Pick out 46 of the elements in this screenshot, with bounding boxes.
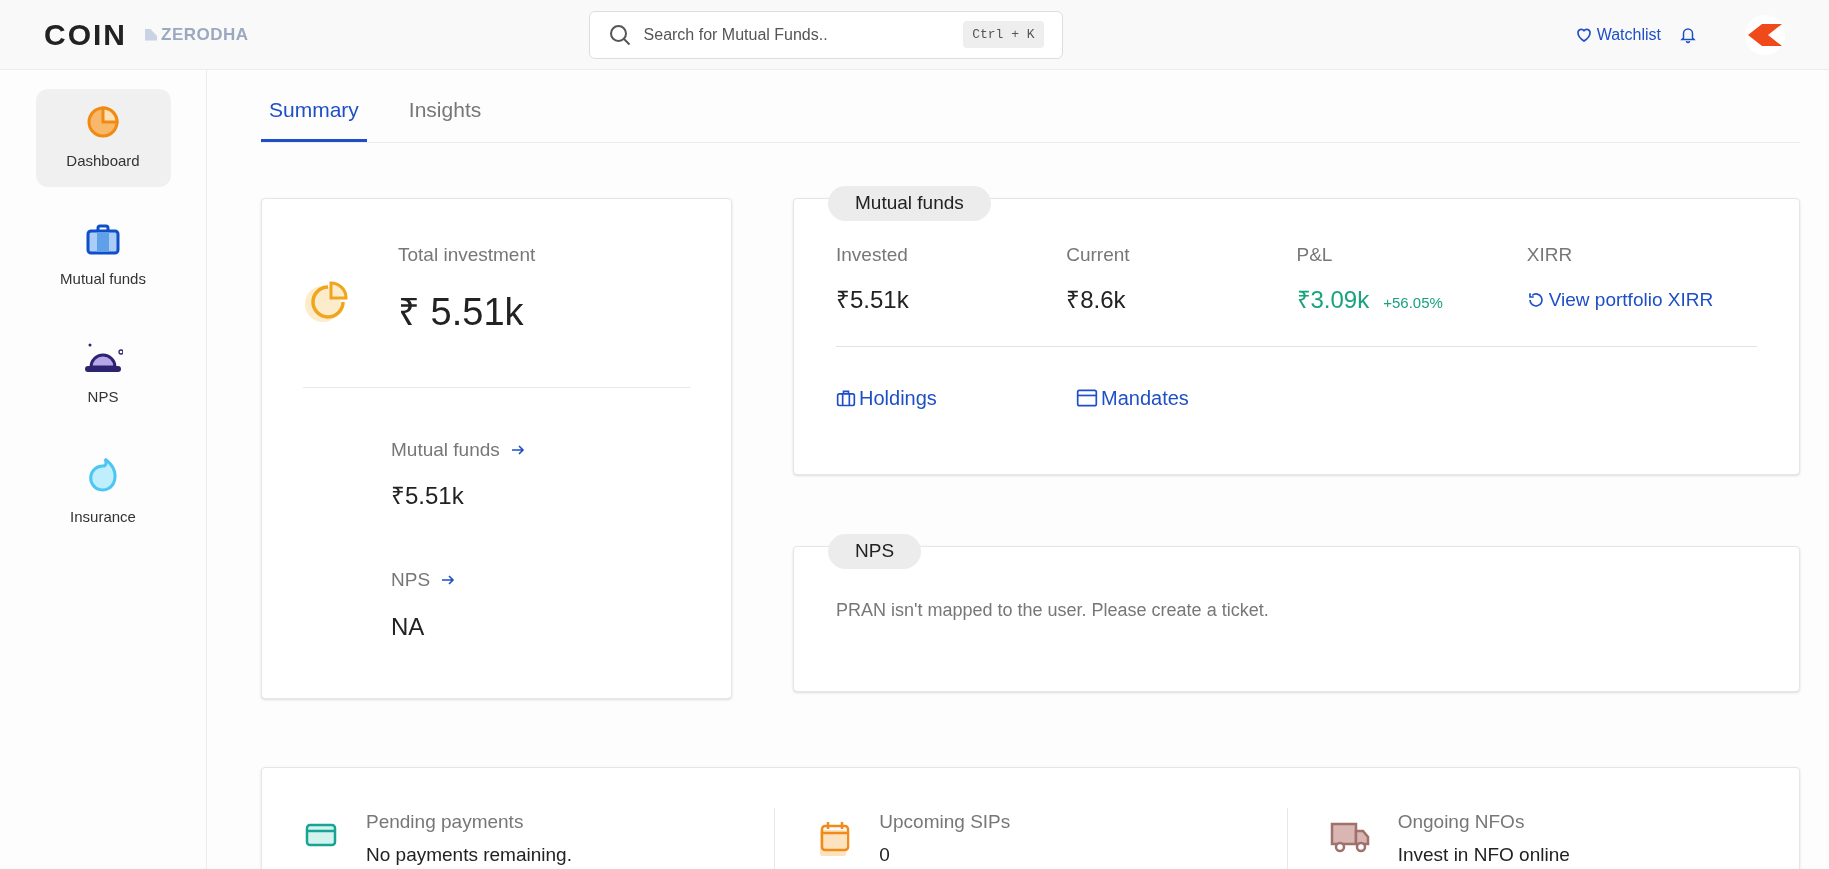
notifications-button[interactable] <box>1679 25 1697 44</box>
stat-value: ₹8.6k <box>1066 284 1126 315</box>
card-value: ₹ 5.51k <box>398 289 525 335</box>
stat-label: XIRR <box>1526 243 1574 267</box>
overview-label: Ongoing NFOs <box>1397 810 1526 834</box>
card-title: NPS <box>828 534 922 569</box>
coin-logo[interactable]: COIN <box>44 19 127 50</box>
info-message: PRAN isn't mapped to the user. Please create a ticket. <box>836 599 1270 622</box>
section-value: ₹5.51k <box>391 481 465 511</box>
sidebar-item[interactable]: Dashboard <box>35 89 171 187</box>
card-link[interactable]: Mandates <box>1076 382 1316 413</box>
card-link[interactable]: Holdings <box>836 382 1076 413</box>
brand-icon <box>145 28 157 41</box>
section-link[interactable]: NPS <box>391 566 690 595</box>
brand-name: ZERODHA <box>161 23 249 46</box>
truck-icon <box>1329 820 1370 854</box>
stat-label: Invested <box>836 243 909 267</box>
xirr-link[interactable]: View portfolio XIRR <box>1526 285 1714 314</box>
watchlist-link[interactable]: Watchlist <box>1574 22 1661 47</box>
sidebar-item[interactable]: Mutual funds <box>35 207 171 305</box>
section-value: NA <box>391 611 426 642</box>
overview-label: Pending payments <box>366 810 525 834</box>
refresh-icon <box>1526 290 1545 309</box>
change-percent: +56.05% <box>1383 292 1443 313</box>
tab[interactable]: Insights <box>400 93 490 142</box>
overview-value: No payments remaining. <box>366 842 572 867</box>
tab[interactable]: Summary <box>261 93 367 142</box>
card-icon <box>1076 387 1098 408</box>
overview-value: 0 <box>879 842 891 867</box>
calendar-icon <box>817 820 852 858</box>
card-title: Mutual funds <box>828 186 991 221</box>
overview-label: Upcoming SIPs <box>879 810 1011 834</box>
card-label: Total investment <box>398 243 536 267</box>
search-icon <box>607 22 632 47</box>
shortcut-hint: Ctrl + K <box>963 20 1044 49</box>
overview-value: Invest in NFO online <box>1397 842 1570 867</box>
stat-label: Current <box>1066 243 1131 267</box>
stat-label: P&L <box>1296 243 1334 267</box>
stat-value: ₹3.09k <box>1296 284 1370 315</box>
search-bar[interactable]: Search for Mutual Funds.. Ctrl + K <box>588 10 1063 59</box>
stat-value: ₹5.51k <box>836 284 909 315</box>
sidebar-item[interactable]: NPS <box>35 325 171 423</box>
sidebar-item[interactable]: Insurance <box>35 443 171 541</box>
avatar[interactable] <box>1745 14 1785 55</box>
section-link[interactable]: Mutual funds <box>391 435 690 464</box>
search-input[interactable]: Search for Mutual Funds.. <box>643 22 952 47</box>
